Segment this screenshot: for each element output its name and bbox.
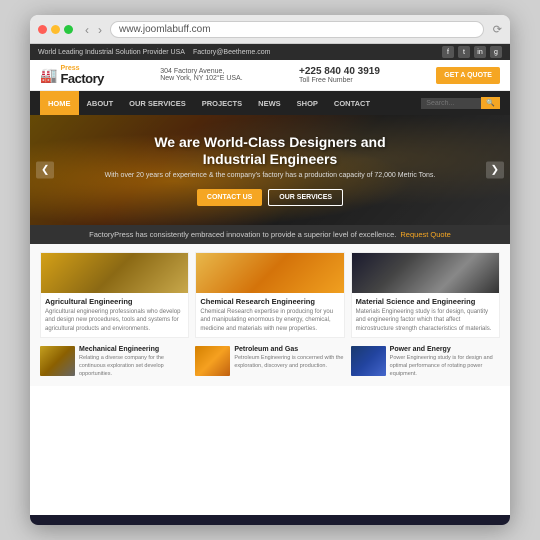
reload-button[interactable]: ⟳ [493, 23, 502, 36]
nav-contact[interactable]: CONTACT [326, 91, 378, 115]
nav-bar: HOME ABOUT OUR SERVICES PROJECTS NEWS SH… [30, 91, 510, 115]
address-line1: 304 Factory Avenue, [160, 68, 224, 75]
logo-factory: Factory [60, 72, 103, 85]
service-card-agri: Agricultural Engineering Agricultural en… [40, 252, 189, 338]
world-text: World Leading Industrial Solution Provid… [38, 49, 185, 56]
website-content: World Leading Industrial Solution Provid… [30, 44, 510, 525]
nav-news[interactable]: NEWS [250, 91, 289, 115]
services-section: Agricultural Engineering Agricultural en… [30, 244, 510, 386]
service-card-mat: Material Science and Engineering Materia… [351, 252, 500, 338]
header-address: 304 Factory Avenue, New York, NY 102°E U… [160, 68, 242, 82]
service-card-chem: Chemical Research Engineering Chemical R… [195, 252, 344, 338]
topbar-left: World Leading Industrial Solution Provid… [38, 49, 270, 56]
service-bottom-title-mech: Mechanical Engineering [79, 346, 189, 353]
header-phone: +225 840 40 3919 Toll Free Number [299, 66, 380, 84]
service-bottom-title-power: Power and Energy [390, 346, 500, 353]
service-img-mat [352, 253, 499, 293]
social-linkedin[interactable]: in [474, 46, 486, 58]
service-bottom-text-petro: Petroleum Engineering is concerned with … [234, 355, 344, 370]
service-card-petro: Petroleum and Gas Petroleum Engineering … [195, 346, 344, 378]
logo-text: Press Factory [60, 65, 103, 85]
services-grid-bottom: Mechanical Engineering Relating a divers… [40, 346, 500, 378]
service-text-chem: Chemical Research expertise in producing… [200, 308, 339, 333]
hero-title: We are World-Class Designers and Industr… [105, 134, 436, 168]
service-thumb-power [351, 346, 386, 376]
top-bar: World Leading Industrial Solution Provid… [30, 44, 510, 60]
contact-button[interactable]: CONTACT US [197, 189, 262, 206]
nav-about[interactable]: ABOUT [79, 91, 122, 115]
service-bottom-info-petro: Petroleum and Gas Petroleum Engineering … [234, 346, 344, 370]
search-button[interactable]: 🔍 [481, 97, 500, 109]
tagline-text: FactoryPress has consistently embraced i… [89, 230, 396, 239]
service-bottom-text-power: Power Engineering study is for design an… [390, 355, 500, 378]
email-text: Factory@Beetheme.com [193, 49, 271, 56]
maximize-dot[interactable] [64, 25, 73, 34]
forward-button[interactable]: › [95, 22, 105, 38]
service-card-power: Power and Energy Power Engineering study… [351, 346, 500, 378]
browser-controls: ‹ › www.joomlabuff.com ⟳ [38, 21, 502, 38]
hero-buttons: CONTACT US OUR SERVICES [105, 189, 436, 206]
hero-prev-button[interactable]: ❮ [36, 162, 54, 179]
service-bottom-info-power: Power and Energy Power Engineering study… [390, 346, 500, 378]
toll-free: Toll Free Number [299, 77, 353, 84]
hero-subtitle: With over 20 years of experience & the c… [105, 171, 436, 181]
service-thumb-mech [40, 346, 75, 376]
service-body-agri: Agricultural Engineering Agricultural en… [41, 293, 188, 337]
topbar-right: f t in g [442, 46, 502, 58]
service-bottom-text-mech: Relating a diverse company for the conti… [79, 355, 189, 378]
hero-next-button[interactable]: ❯ [486, 162, 504, 179]
service-img-agri [41, 253, 188, 293]
quote-button[interactable]: GET A QUOTE [436, 67, 500, 84]
nav-shop[interactable]: SHOP [289, 91, 326, 115]
service-title-mat: Material Science and Engineering [356, 297, 495, 306]
services-grid-top: Agricultural Engineering Agricultural en… [40, 252, 500, 338]
hero-title-line1: We are World-Class Designers and [154, 134, 385, 150]
service-body-chem: Chemical Research Engineering Chemical R… [196, 293, 343, 337]
traffic-lights [38, 25, 73, 34]
nav-projects[interactable]: PROJECTS [194, 91, 250, 115]
hero-title-line2: Industrial Engineers [203, 151, 338, 167]
nav-services[interactable]: OUR SERVICES [121, 91, 194, 115]
social-twitter[interactable]: t [458, 46, 470, 58]
service-thumb-petro [195, 346, 230, 376]
footer-strip [30, 515, 510, 525]
site-header: 🏭 Press Factory 304 Factory Avenue, New … [30, 60, 510, 91]
service-body-mat: Material Science and Engineering Materia… [352, 293, 499, 337]
services-button[interactable]: OUR SERVICES [268, 189, 343, 206]
hero-content: We are World-Class Designers and Industr… [105, 134, 436, 206]
logo-icon: 🏭 [40, 67, 57, 84]
service-text-agri: Agricultural engineering professionals w… [45, 308, 184, 333]
nav-home[interactable]: HOME [40, 91, 79, 115]
social-google[interactable]: g [490, 46, 502, 58]
close-dot[interactable] [38, 25, 47, 34]
search-input[interactable] [421, 98, 481, 109]
phone-number: +225 840 40 3919 [299, 66, 380, 77]
request-quote-link[interactable]: Request Quote [400, 230, 450, 239]
social-facebook[interactable]: f [442, 46, 454, 58]
address-bar[interactable]: www.joomlabuff.com [110, 21, 484, 38]
hero-section: ❮ We are World-Class Designers and Indus… [30, 115, 510, 225]
tagline-bar: FactoryPress has consistently embraced i… [30, 225, 510, 244]
url-text: www.joomlabuff.com [119, 24, 211, 35]
back-button[interactable]: ‹ [82, 22, 92, 38]
browser-window: ‹ › www.joomlabuff.com ⟳ World Leading I… [30, 15, 510, 525]
service-title-agri: Agricultural Engineering [45, 297, 184, 306]
nav-arrows: ‹ › [82, 22, 105, 38]
service-img-chem [196, 253, 343, 293]
service-bottom-info-mech: Mechanical Engineering Relating a divers… [79, 346, 189, 378]
service-card-mech: Mechanical Engineering Relating a divers… [40, 346, 189, 378]
address-line2: New York, NY 102°E USA. [160, 75, 242, 82]
service-bottom-title-petro: Petroleum and Gas [234, 346, 344, 353]
service-title-chem: Chemical Research Engineering [200, 297, 339, 306]
site-logo[interactable]: 🏭 Press Factory [40, 65, 104, 85]
minimize-dot[interactable] [51, 25, 60, 34]
browser-chrome: ‹ › www.joomlabuff.com ⟳ [30, 15, 510, 44]
service-text-mat: Materials Engineering study is for desig… [356, 308, 495, 333]
